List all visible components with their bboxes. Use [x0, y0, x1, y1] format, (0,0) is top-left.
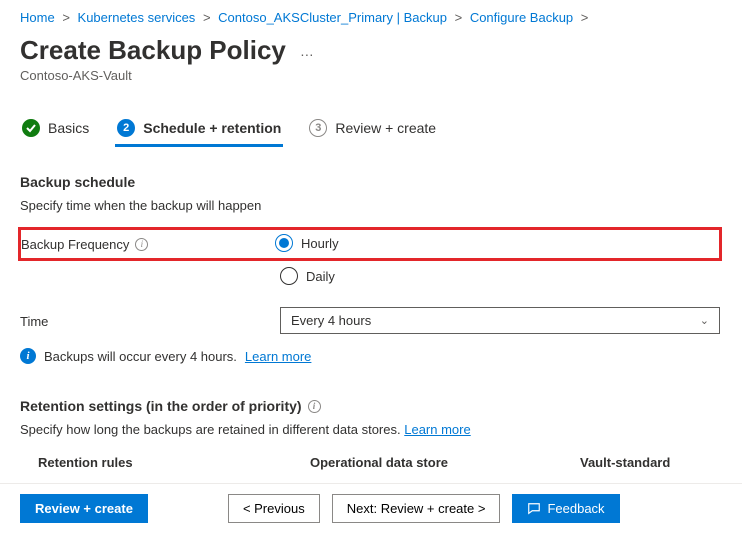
schedule-heading: Backup schedule	[20, 174, 722, 190]
schedule-desc: Specify time when the backup will happen	[20, 198, 722, 213]
col-operational-store: Operational data store	[310, 455, 580, 470]
learn-more-link[interactable]: Learn more	[404, 422, 470, 437]
tab-schedule-retention[interactable]: 2 Schedule + retention	[115, 113, 283, 147]
radio-hourly[interactable]: Hourly	[275, 234, 339, 252]
chevron-down-icon: ⌄	[700, 314, 709, 327]
breadcrumb-cluster[interactable]: Contoso_AKSCluster_Primary | Backup	[218, 10, 447, 25]
more-actions-button[interactable]: …	[300, 43, 315, 59]
breadcrumb-k8s[interactable]: Kubernetes services	[78, 10, 196, 25]
page-subtitle: Contoso-AKS-Vault	[20, 68, 722, 83]
select-value: Every 4 hours	[291, 313, 371, 328]
time-select[interactable]: Every 4 hours ⌄	[280, 307, 720, 334]
retention-desc: Specify how long the backups are retaine…	[20, 422, 722, 437]
radio-unchecked-icon	[280, 267, 298, 285]
info-icon[interactable]: i	[135, 238, 148, 251]
tab-label: Schedule + retention	[143, 120, 281, 136]
tab-label: Basics	[48, 120, 89, 136]
radio-label: Daily	[306, 269, 335, 284]
breadcrumb: Home > Kubernetes services > Contoso_AKS…	[20, 6, 722, 35]
retention-columns-header: Retention rules Operational data store V…	[20, 455, 722, 470]
step-number-icon: 2	[117, 119, 135, 137]
wizard-footer: Review + create < Previous Next: Review …	[0, 483, 742, 533]
col-retention-rules: Retention rules	[20, 455, 310, 470]
radio-checked-icon	[275, 234, 293, 252]
highlighted-region: Backup Frequency i Hourly	[18, 227, 722, 261]
next-button[interactable]: Next: Review + create >	[332, 494, 501, 523]
info-text: Backups will occur every 4 hours.	[44, 349, 237, 364]
previous-button[interactable]: < Previous	[228, 494, 320, 523]
feedback-button[interactable]: Feedback	[512, 494, 619, 523]
time-label: Time	[20, 314, 48, 329]
step-number-icon: 3	[309, 119, 327, 137]
info-icon[interactable]: i	[308, 400, 321, 413]
tab-basics[interactable]: Basics	[20, 113, 91, 147]
review-create-button[interactable]: Review + create	[20, 494, 148, 523]
breadcrumb-configure[interactable]: Configure Backup	[470, 10, 573, 25]
tab-review-create[interactable]: 3 Review + create	[307, 113, 438, 147]
radio-daily[interactable]: Daily	[280, 267, 335, 285]
page-title: Create Backup Policy	[20, 35, 286, 66]
backup-frequency-label: Backup Frequency	[21, 237, 129, 252]
col-vault-standard: Vault-standard	[580, 455, 722, 470]
check-icon	[22, 119, 40, 137]
feedback-icon	[527, 502, 541, 516]
radio-label: Hourly	[301, 236, 339, 251]
info-icon: i	[20, 348, 36, 364]
wizard-tabs: Basics 2 Schedule + retention 3 Review +…	[20, 113, 722, 148]
breadcrumb-home[interactable]: Home	[20, 10, 55, 25]
retention-heading: Retention settings (in the order of prio…	[20, 398, 302, 414]
tab-label: Review + create	[335, 120, 436, 136]
learn-more-link[interactable]: Learn more	[245, 349, 311, 364]
